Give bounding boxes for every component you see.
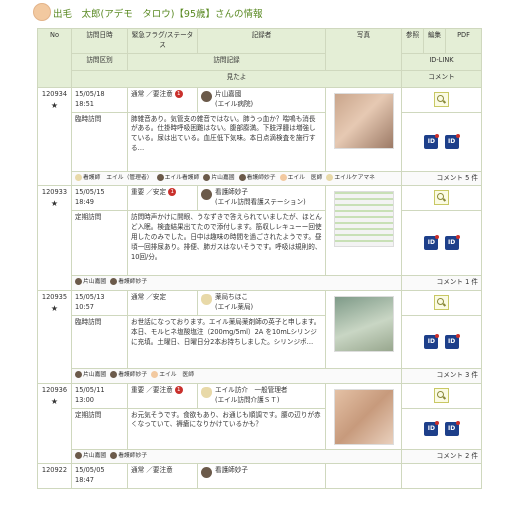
col-seen: 見たよ bbox=[71, 69, 402, 88]
col-no: No bbox=[37, 28, 72, 88]
record-no: 120933 ★ bbox=[37, 185, 72, 292]
record-recorder: 看護師妙子 bbox=[197, 463, 326, 490]
photo-thumbnail[interactable] bbox=[333, 296, 394, 353]
record-no: 120935 ★ bbox=[37, 290, 72, 384]
id-link-cell: ID ID bbox=[401, 210, 482, 277]
star-icon[interactable]: ★ bbox=[41, 198, 68, 210]
col-id-link: ID-LINK bbox=[401, 52, 482, 71]
ref-cell bbox=[401, 86, 482, 113]
recorder-avatar-icon bbox=[201, 386, 212, 398]
id-link-icon[interactable]: ID bbox=[444, 420, 460, 436]
recorder-avatar-icon bbox=[201, 90, 212, 102]
id-link-icon[interactable]: ID bbox=[424, 235, 440, 251]
col-photo: 写真 bbox=[325, 28, 402, 71]
seen-by: 片山嘉國 看護師妙子 bbox=[71, 448, 402, 465]
record-photo[interactable] bbox=[325, 382, 402, 450]
id-link-icon[interactable]: ID bbox=[424, 333, 440, 349]
record-visit-type: 臨時訪問 bbox=[71, 111, 128, 172]
id-link-icon[interactable]: ID bbox=[424, 420, 440, 436]
page-title: 出毛 太郎(アデモ タロウ)【95歳】さんの情報 bbox=[53, 9, 263, 20]
col-flag: 緊急フラグ/ステータス bbox=[127, 28, 198, 54]
page-header: 出毛 太郎(アデモ タロウ)【95歳】さんの情報 bbox=[0, 0, 520, 26]
col-edit: 編集 bbox=[423, 28, 446, 54]
id-link-icon[interactable]: ID bbox=[444, 235, 460, 251]
record-datetime: 15/05/15 18:49 bbox=[71, 185, 128, 212]
magnifier-icon[interactable] bbox=[434, 295, 449, 311]
record-flag: 重要 ／安定 1 bbox=[127, 185, 198, 212]
record-visit-type: 臨時訪問 bbox=[71, 314, 128, 369]
record-flag: 通常 ／要注意 bbox=[127, 463, 198, 490]
magnifier-icon[interactable] bbox=[434, 190, 449, 206]
record-photo[interactable] bbox=[325, 185, 402, 277]
record-text: お世話になっております。エイル薬局薬剤師の英子と申します。本日、モルヒネ塩酸塩注… bbox=[127, 314, 326, 369]
patient-avatar-icon bbox=[33, 3, 51, 21]
record-recorder: 片山嘉國 (エイル病院) bbox=[197, 86, 326, 113]
record-text: 肺雑音あり。気管支の雑音ではない。肺うっ血か？喘鳴も消長がある。仕掛時呼吸困難は… bbox=[127, 111, 326, 172]
record-photo[interactable] bbox=[325, 86, 402, 172]
record-no: 120934 ★ bbox=[37, 86, 72, 187]
ref-cell bbox=[401, 463, 482, 490]
record-visit-type: 定期訪問 bbox=[71, 210, 128, 277]
alert-badge: 1 bbox=[174, 385, 183, 394]
visit-record-table: No 訪問日時 緊急フラグ/ステータス 記録者 写真 参照 編集 PDF 訪問区… bbox=[37, 28, 482, 490]
seen-by: 看護師 エイル（管理者） エイル看護師 片山嘉國 看護師妙子 エイル 医師 エイ… bbox=[71, 170, 402, 187]
comment-count-link[interactable]: コメント 1 件 bbox=[401, 275, 482, 292]
record-no: 120936 ★ bbox=[37, 382, 72, 465]
magnifier-icon[interactable] bbox=[434, 387, 449, 403]
alert-badge: 1 bbox=[174, 89, 183, 98]
record-datetime: 15/05/13 10:57 bbox=[71, 290, 128, 316]
star-icon[interactable]: ★ bbox=[41, 303, 68, 315]
seen-by: 片山嘉國 看護師妙子 bbox=[71, 275, 402, 292]
id-link-icon[interactable]: ID bbox=[424, 133, 440, 149]
col-recorder: 記録者 bbox=[197, 28, 326, 54]
col-comment: コメント bbox=[401, 69, 482, 88]
record-photo[interactable] bbox=[325, 463, 402, 490]
record-text: お元気そうです。食欲もあり、お通じも順調です。腰の辺りが赤くなっていて、褥瘡にな… bbox=[127, 407, 326, 450]
record-photo[interactable] bbox=[325, 290, 402, 369]
photo-thumbnail[interactable] bbox=[333, 388, 394, 445]
ref-cell bbox=[401, 185, 482, 212]
record-datetime: 15/05/18 18:51 bbox=[71, 86, 128, 113]
recorder-avatar-icon bbox=[201, 467, 212, 479]
photo-thumbnail[interactable] bbox=[333, 92, 394, 149]
record-recorder: エイル訪介 一般管理者 (エイル訪問介護ＳＴ) bbox=[197, 382, 326, 409]
record-flag: 重要 ／要注意 1 bbox=[127, 382, 198, 409]
record-flag: 通常 ／要注意 1 bbox=[127, 86, 198, 113]
comment-count-link[interactable]: コメント 2 件 bbox=[401, 448, 482, 465]
id-link-icon[interactable]: ID bbox=[444, 333, 460, 349]
photo-thumbnail[interactable] bbox=[333, 191, 394, 248]
magnifier-icon[interactable] bbox=[434, 91, 449, 107]
col-visit-datetime: 訪問日時 bbox=[71, 28, 128, 54]
recorder-avatar-icon bbox=[201, 189, 212, 201]
col-visit-record: 訪問記録 bbox=[127, 52, 326, 71]
record-datetime: 15/05/11 13:00 bbox=[71, 382, 128, 409]
ref-cell bbox=[401, 290, 482, 316]
recorder-avatar-icon bbox=[201, 294, 212, 306]
record-visit-type: 定期訪問 bbox=[71, 407, 128, 450]
record-recorder: 看護師妙子 (エイル訪問看護ステーション) bbox=[197, 185, 326, 212]
id-link-cell: ID ID bbox=[401, 314, 482, 369]
comment-count-link[interactable]: コメント 3 件 bbox=[401, 367, 482, 384]
id-link-icon[interactable]: ID bbox=[444, 133, 460, 149]
id-link-cell: ID ID bbox=[401, 407, 482, 450]
id-link-cell: ID ID bbox=[401, 111, 482, 172]
col-ref: 参照 bbox=[401, 28, 424, 54]
record-no: 120922 bbox=[37, 463, 72, 490]
record-flag: 通常 ／安定 bbox=[127, 290, 198, 316]
col-pdf: PDF bbox=[445, 28, 482, 54]
alert-badge: 1 bbox=[168, 188, 177, 197]
star-icon[interactable]: ★ bbox=[41, 100, 68, 112]
record-recorder: 薬局ちほこ (エイル薬局) bbox=[197, 290, 326, 316]
record-text: 訪問時声かけに開眼、うなずきで答えられていましたが、ほとんど入眠。検査結果出てた… bbox=[127, 210, 326, 277]
comment-count-link[interactable]: コメント 5 件 bbox=[401, 170, 482, 187]
seen-by: 片山嘉國 看護師妙子 エイル 医師 bbox=[71, 367, 402, 384]
col-visit-type: 訪問区別 bbox=[71, 52, 128, 71]
star-icon[interactable]: ★ bbox=[41, 396, 68, 408]
ref-cell bbox=[401, 382, 482, 409]
record-datetime: 15/05/05 18:47 bbox=[71, 463, 128, 490]
